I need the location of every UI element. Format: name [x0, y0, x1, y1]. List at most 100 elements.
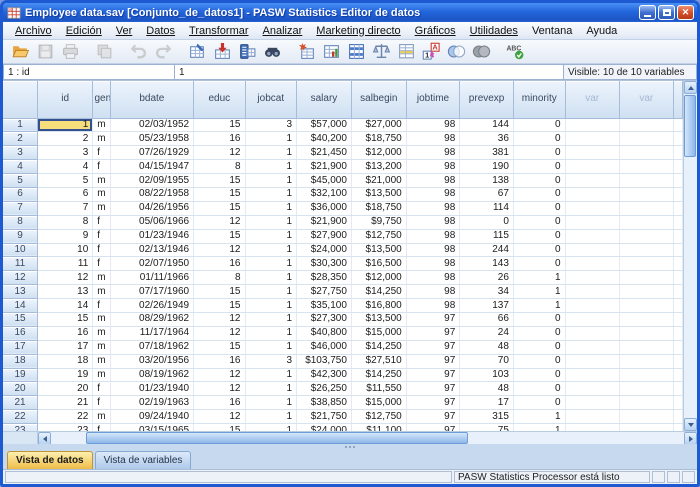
cell-6-var1[interactable]: [565, 187, 619, 201]
cell-16-gender[interactable]: m: [93, 326, 110, 340]
cell-1-jobcat[interactable]: 3: [245, 118, 297, 132]
cell-20-bdate[interactable]: 01/23/1940: [110, 382, 193, 396]
cell-18-gender[interactable]: m: [93, 354, 110, 368]
cell-1-jobtime[interactable]: 98: [406, 118, 460, 132]
cell-14-salary[interactable]: $35,100: [297, 299, 352, 313]
insert-variable-button[interactable]: [319, 41, 344, 63]
row-header-8[interactable]: 8: [3, 215, 38, 229]
cell-12-salbegin[interactable]: $12,000: [351, 271, 406, 285]
cell-1-bdate[interactable]: 02/03/1952: [110, 118, 193, 132]
cell-3-var1[interactable]: [565, 146, 619, 160]
cell-10-prevexp[interactable]: 244: [460, 243, 514, 257]
cell-20-jobcat[interactable]: 1: [245, 382, 297, 396]
cell-20-var1[interactable]: [565, 382, 619, 396]
open-file-button[interactable]: [8, 41, 33, 63]
cell-8-salbegin[interactable]: $9,750: [351, 215, 406, 229]
cell-11-prevexp[interactable]: 143: [460, 257, 514, 271]
cell-23-var2[interactable]: [619, 424, 673, 431]
row-header-12[interactable]: 12: [3, 271, 38, 285]
cell-22-var2[interactable]: [619, 410, 673, 424]
cell-2-bdate[interactable]: 05/23/1958: [110, 132, 193, 146]
cell-6-jobcat[interactable]: 1: [245, 187, 297, 201]
cell-1-educ[interactable]: 15: [194, 118, 245, 132]
cell-10-id[interactable]: 10: [38, 243, 93, 257]
cell-14-minority[interactable]: 1: [513, 299, 565, 313]
row-header-20[interactable]: 20: [3, 382, 38, 396]
cell-17-minority[interactable]: 0: [513, 340, 565, 354]
cell-23-prevexp[interactable]: 75: [460, 424, 514, 431]
cell-15-salary[interactable]: $27,300: [297, 312, 352, 326]
cell-8-gender[interactable]: f: [93, 215, 110, 229]
cell-6-minority[interactable]: 0: [513, 187, 565, 201]
cell-21-var1[interactable]: [565, 396, 619, 410]
cell-23-jobtime[interactable]: 97: [406, 424, 460, 431]
close-button[interactable]: ✕: [677, 5, 694, 20]
title-bar[interactable]: Employee data.sav [Conjunto_de_datos1] -…: [3, 3, 697, 22]
cell-2-var2[interactable]: [619, 132, 673, 146]
cell-16-prevexp[interactable]: 24: [460, 326, 514, 340]
cell-20-prevexp[interactable]: 48: [460, 382, 514, 396]
cell-22-prevexp[interactable]: 315: [460, 410, 514, 424]
cell-22-bdate[interactable]: 09/24/1940: [110, 410, 193, 424]
cell-9-jobtime[interactable]: 98: [406, 229, 460, 243]
cell-10-var2[interactable]: [619, 243, 673, 257]
cell-12-salary[interactable]: $28,350: [297, 271, 352, 285]
cell-23-id[interactable]: 23: [38, 424, 93, 431]
column-header-salary[interactable]: salary: [297, 81, 352, 118]
cell-21-educ[interactable]: 16: [194, 396, 245, 410]
cell-14-var2[interactable]: [619, 299, 673, 313]
cell-7-gender[interactable]: m: [93, 201, 110, 215]
use-variable-sets-button[interactable]: [444, 41, 469, 63]
cell-1-var1[interactable]: [565, 118, 619, 132]
cell-14-jobcat[interactable]: 1: [245, 299, 297, 313]
cell-5-var1[interactable]: [565, 174, 619, 188]
cell-8-educ[interactable]: 12: [194, 215, 245, 229]
cell-21-minority[interactable]: 0: [513, 396, 565, 410]
cell-9-var1[interactable]: [565, 229, 619, 243]
column-header-var2[interactable]: var: [619, 81, 673, 118]
cell-5-salbegin[interactable]: $21,000: [351, 174, 406, 188]
vertical-scroll-thumb[interactable]: [684, 95, 696, 157]
minimize-button[interactable]: [639, 5, 656, 20]
cell-11-var1[interactable]: [565, 257, 619, 271]
cell-16-salbegin[interactable]: $15,000: [351, 326, 406, 340]
cell-12-bdate[interactable]: 01/11/1966: [110, 271, 193, 285]
cell-16-jobcat[interactable]: 1: [245, 326, 297, 340]
cell-18-var1[interactable]: [565, 354, 619, 368]
cell-4-educ[interactable]: 8: [194, 160, 245, 174]
row-header-10[interactable]: 10: [3, 243, 38, 257]
menu-edici-n[interactable]: Edición: [59, 24, 109, 38]
row-header-23[interactable]: 23: [3, 424, 38, 431]
cell-11-jobcat[interactable]: 1: [245, 257, 297, 271]
cell-6-jobtime[interactable]: 98: [406, 187, 460, 201]
cell-8-var1[interactable]: [565, 215, 619, 229]
cell-20-id[interactable]: 20: [38, 382, 93, 396]
cell-18-prevexp[interactable]: 70: [460, 354, 514, 368]
cell-19-jobcat[interactable]: 1: [245, 368, 297, 382]
row-header-3[interactable]: 3: [3, 146, 38, 160]
cell-12-var2[interactable]: [619, 271, 673, 285]
cell-13-educ[interactable]: 15: [194, 285, 245, 299]
cell-22-educ[interactable]: 12: [194, 410, 245, 424]
cell-reference-box[interactable]: 1 : id: [3, 64, 175, 80]
cell-13-jobtime[interactable]: 98: [406, 285, 460, 299]
cell-1-prevexp[interactable]: 144: [460, 118, 514, 132]
cell-9-bdate[interactable]: 01/23/1946: [110, 229, 193, 243]
horizontal-scroll-thumb[interactable]: [86, 432, 468, 444]
cell-2-id[interactable]: 2: [38, 132, 93, 146]
row-header-2[interactable]: 2: [3, 132, 38, 146]
cell-7-salary[interactable]: $36,000: [297, 201, 352, 215]
cell-7-educ[interactable]: 15: [194, 201, 245, 215]
cell-19-minority[interactable]: 0: [513, 368, 565, 382]
cell-13-prevexp[interactable]: 34: [460, 285, 514, 299]
menu-ventana[interactable]: Ventana: [525, 24, 579, 38]
row-header-15[interactable]: 15: [3, 312, 38, 326]
cell-4-prevexp[interactable]: 190: [460, 160, 514, 174]
cell-19-var2[interactable]: [619, 368, 673, 382]
menu-ayuda[interactable]: Ayuda: [579, 24, 624, 38]
menu-transformar[interactable]: Transformar: [182, 24, 256, 38]
column-header-prevexp[interactable]: prevexp: [460, 81, 514, 118]
menu-datos[interactable]: Datos: [139, 24, 182, 38]
cell-19-gender[interactable]: m: [93, 368, 110, 382]
menu-utilidades[interactable]: Utilidades: [463, 24, 525, 38]
